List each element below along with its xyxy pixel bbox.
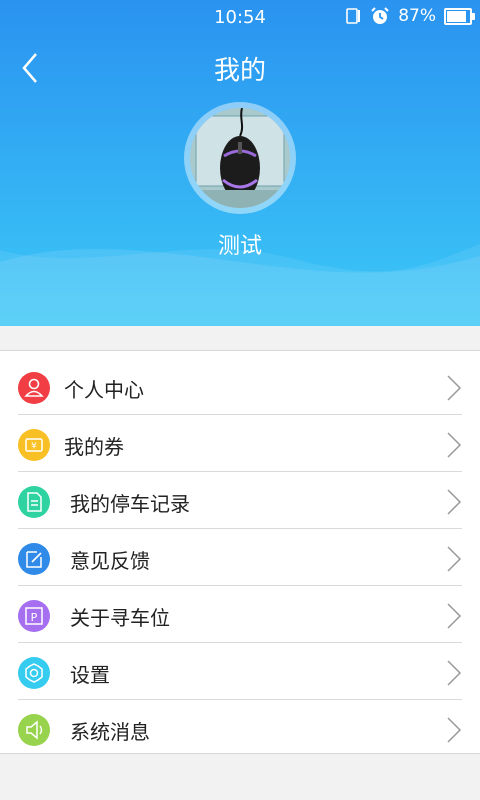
profile-header: 10:54 87% 我的 测试 <box>0 0 480 326</box>
battery-percent: 87% <box>398 6 436 26</box>
battery-level <box>447 10 467 22</box>
document-icon <box>18 486 50 518</box>
chevron-right-icon <box>447 375 462 401</box>
menu-item-label: 关于寻车位 <box>70 606 170 630</box>
avatar-photo <box>190 108 290 208</box>
avatar[interactable] <box>184 102 296 214</box>
mouse-photo-image <box>190 108 290 208</box>
parking-icon: P <box>18 600 50 632</box>
chevron-right-icon <box>447 546 462 572</box>
page-title: 我的 <box>213 56 266 86</box>
chevron-right-icon <box>447 489 462 515</box>
menu-item-my-coupons[interactable]: ¥ 我的券 <box>0 415 480 472</box>
menu-list: 个人中心 ¥ 我的券 我的停车记录 意见反馈 P 关于寻车位 设置 系统消息 <box>0 350 480 754</box>
menu-item-settings[interactable]: 设置 <box>0 643 480 700</box>
gear-icon <box>18 657 50 689</box>
svg-text:¥: ¥ <box>31 442 37 452</box>
title-bar: 我的 <box>0 40 480 96</box>
menu-item-label: 设置 <box>70 663 110 687</box>
menu-item-personal-center[interactable]: 个人中心 <box>0 358 480 415</box>
sim-icon <box>346 8 361 24</box>
menu-item-label: 我的停车记录 <box>70 492 190 516</box>
menu-item-parking-records[interactable]: 我的停车记录 <box>0 472 480 529</box>
speaker-icon <box>18 714 50 746</box>
chevron-right-icon <box>447 432 462 458</box>
battery-icon <box>444 7 475 25</box>
chevron-right-icon <box>447 717 462 743</box>
username: 测试 <box>217 234 262 259</box>
menu-item-label: 个人中心 <box>64 378 144 402</box>
menu-item-label: 我的券 <box>64 435 124 459</box>
status-icons: 87% <box>344 6 475 26</box>
status-bar: 10:54 87% <box>0 0 480 34</box>
menu-item-about[interactable]: P 关于寻车位 <box>0 586 480 643</box>
svg-text:P: P <box>31 611 38 624</box>
menu-item-label: 系统消息 <box>70 720 150 744</box>
menu-item-feedback[interactable]: 意见反馈 <box>0 529 480 586</box>
coupon-icon: ¥ <box>18 429 50 461</box>
menu-item-system-messages[interactable]: 系统消息 <box>0 700 480 757</box>
user-icon <box>18 372 50 404</box>
menu-item-label: 意见反馈 <box>70 549 150 573</box>
alarm-icon <box>371 7 389 24</box>
chevron-right-icon <box>447 603 462 629</box>
edit-icon <box>18 543 50 575</box>
chevron-right-icon <box>447 660 462 686</box>
